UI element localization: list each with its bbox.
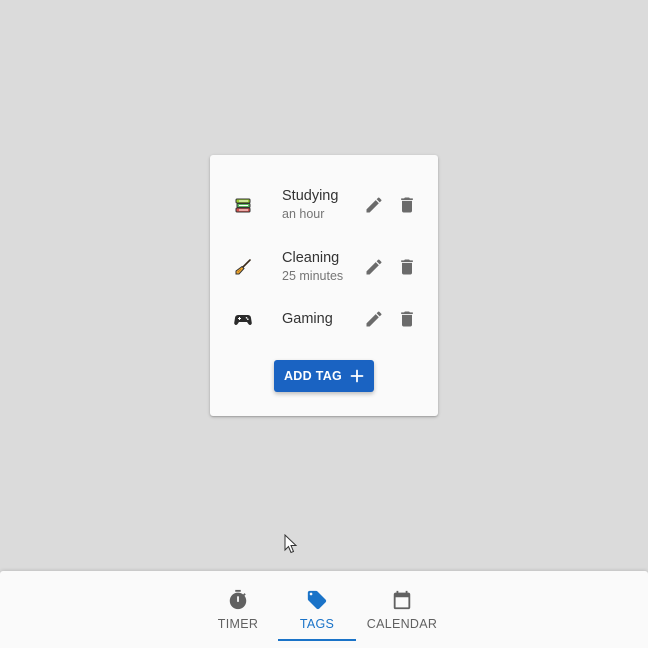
- tab-calendar-label: CALENDAR: [366, 617, 438, 631]
- calendar-icon: [390, 588, 414, 612]
- stopwatch-icon: [226, 588, 250, 612]
- bottom-navigation: TIMER TAGS CALENDAR: [0, 571, 648, 648]
- mouse-cursor-icon: [284, 534, 298, 554]
- delete-tag-button[interactable]: [395, 193, 419, 217]
- active-tab-indicator: [278, 639, 356, 641]
- trash-icon: [401, 311, 413, 327]
- edit-tag-button[interactable]: [362, 193, 386, 217]
- delete-tag-button[interactable]: [395, 255, 419, 279]
- delete-tag-button[interactable]: [395, 307, 419, 331]
- tag-text: Cleaning 25 minutes: [282, 249, 343, 285]
- broom-icon: [232, 256, 254, 278]
- tag-row-gaming: Gaming: [210, 297, 438, 341]
- edit-tag-button[interactable]: [362, 255, 386, 279]
- tag-row-cleaning: Cleaning 25 minutes: [210, 245, 438, 289]
- tag-duration: 25 minutes: [282, 269, 344, 283]
- plus-icon: [350, 369, 364, 383]
- tag-name: Studying: [282, 188, 339, 204]
- tags-card: Studying an hour Cleaning 25 minutes Gam…: [210, 155, 438, 416]
- tag-row-studying: Studying an hour: [210, 183, 438, 227]
- add-tag-button[interactable]: ADD TAG: [274, 360, 374, 392]
- pencil-icon: [366, 259, 382, 275]
- game-controller-icon: [232, 308, 254, 330]
- trash-icon: [401, 197, 413, 213]
- books-icon: [232, 194, 254, 216]
- tab-timer-label: TIMER: [217, 617, 259, 631]
- tab-tags-label: TAGS: [299, 617, 335, 631]
- pencil-icon: [366, 311, 382, 327]
- add-tag-label: ADD TAG: [283, 369, 343, 383]
- tag-icon: [305, 588, 329, 612]
- tag-name: Gaming: [282, 311, 333, 327]
- tag-text: Gaming: [282, 310, 333, 328]
- trash-icon: [401, 259, 413, 275]
- tag-duration: an hour: [282, 207, 325, 221]
- tab-tags[interactable]: TAGS: [278, 571, 356, 641]
- tab-calendar[interactable]: CALENDAR: [366, 571, 438, 641]
- tag-name: Cleaning: [282, 250, 340, 266]
- pencil-icon: [366, 197, 382, 213]
- edit-tag-button[interactable]: [362, 307, 386, 331]
- tag-text: Studying an hour: [282, 187, 338, 223]
- tab-timer[interactable]: TIMER: [210, 571, 266, 641]
